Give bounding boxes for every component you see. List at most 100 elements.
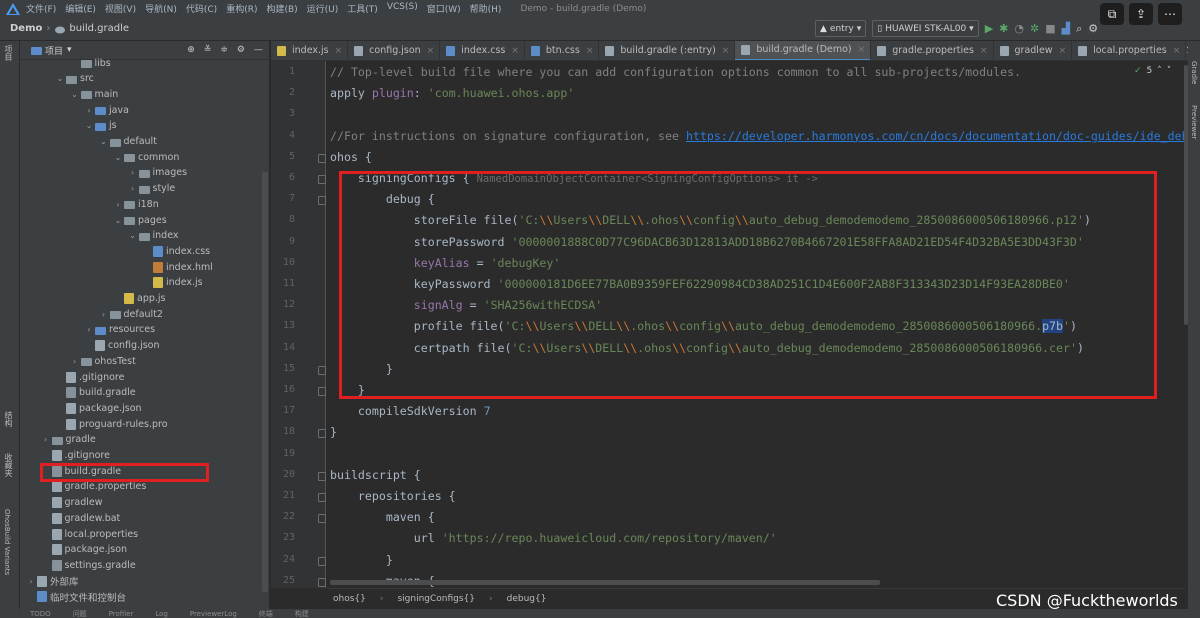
share-icon[interactable]: ⇪ <box>1129 3 1153 25</box>
tree-item[interactable]: › style <box>128 181 175 197</box>
search-icon[interactable]: ⌕ <box>1076 22 1082 36</box>
tree-item[interactable]: index.hml <box>142 259 213 275</box>
editor-tab[interactable]: index.css × <box>440 41 525 60</box>
tool-window-button[interactable]: 构建 <box>295 609 309 618</box>
breadcrumb-item[interactable]: debug{} <box>507 594 547 604</box>
favorites-tool-tab[interactable]: 收藏夹 <box>3 453 14 477</box>
tree-item[interactable]: ⌄ main <box>70 86 118 102</box>
chevron-down-icon[interactable]: ⌄ <box>113 216 123 225</box>
tree-item[interactable]: ⌄ index <box>128 228 178 244</box>
editor-horizontal-scrollbar[interactable] <box>330 580 880 585</box>
chevron-right-icon[interactable]: › <box>26 577 36 586</box>
fold-icon[interactable] <box>318 514 326 524</box>
menu-item[interactable]: VCS(S) <box>387 2 418 15</box>
tree-item[interactable]: package.json <box>55 400 142 416</box>
fold-icon[interactable] <box>318 196 326 206</box>
chevron-down-icon[interactable]: ⌄ <box>55 74 65 83</box>
tree-item[interactable]: › 外部库 <box>26 573 79 589</box>
stop-icon[interactable]: ■ <box>1045 22 1055 35</box>
nav-project[interactable]: Demo <box>10 23 42 34</box>
tree-item[interactable]: ⌄ default <box>99 134 157 150</box>
fold-icon[interactable] <box>318 493 326 502</box>
tool-window-button[interactable]: PreviewerLog <box>190 610 237 618</box>
project-tool-tab[interactable]: 项目 <box>3 45 14 61</box>
menu-item[interactable]: 代码(C) <box>186 2 217 15</box>
variants-tool-tab[interactable]: OhosBuild Variants <box>3 509 11 575</box>
tree-item[interactable]: .gitignore <box>55 369 124 385</box>
tree-item[interactable]: index.css <box>142 243 210 259</box>
tool-window-button[interactable]: 问题 <box>73 609 87 618</box>
editor-tab[interactable]: config.json × <box>348 41 441 60</box>
menu-item[interactable]: 视图(V) <box>105 2 136 15</box>
tree-item[interactable]: › i18n <box>113 196 158 212</box>
menu-item[interactable]: 文件(F) <box>26 2 56 15</box>
menu-item[interactable]: 工具(T) <box>347 2 378 15</box>
tool-window-button[interactable]: Profiler <box>109 610 134 618</box>
tree-item[interactable]: › gradle <box>41 432 96 448</box>
tree-item[interactable]: config.json <box>84 338 160 354</box>
structure-tool-tab[interactable]: 结构 <box>3 411 14 427</box>
breadcrumb-item[interactable]: ohos{} <box>333 594 366 604</box>
run-icon[interactable]: ▶ <box>985 22 993 35</box>
settings-gear-icon[interactable]: ⚙ <box>1088 22 1098 35</box>
chevron-right-icon[interactable]: › <box>99 310 109 319</box>
chevron-right-icon[interactable]: › <box>128 168 138 177</box>
chevron-down-icon[interactable]: ˅ <box>1167 66 1172 76</box>
tree-item[interactable]: proguard-rules.pro <box>55 416 168 432</box>
tree-item[interactable]: 临时文件和控制台 <box>26 589 126 605</box>
close-icon[interactable]: × <box>586 46 594 56</box>
chevron-down-icon[interactable]: ⌄ <box>113 153 123 162</box>
chevron-right-icon[interactable]: › <box>84 106 94 115</box>
settings-gear-icon[interactable]: ⚙ <box>237 45 245 55</box>
previewer-tool-tab[interactable]: Previewer <box>1190 105 1198 139</box>
editor-tab[interactable]: build.gradle (Demo) × <box>735 41 872 60</box>
more-icon[interactable]: ⋯ <box>1158 3 1182 25</box>
fold-icon[interactable] <box>318 556 326 566</box>
menu-item[interactable]: 运行(U) <box>307 2 339 15</box>
nav-file[interactable]: build.gradle <box>69 23 129 34</box>
editor-tab[interactable]: index.js × <box>271 41 349 60</box>
profile-icon[interactable]: ◔ <box>1014 22 1024 35</box>
tree-item[interactable]: ⌄ pages <box>113 212 167 228</box>
project-view-label[interactable]: 项目 <box>45 44 63 57</box>
tool-window-button[interactable]: Log <box>155 610 168 618</box>
tool-window-button[interactable]: TODO <box>30 610 51 618</box>
chevron-right-icon[interactable]: › <box>84 325 94 334</box>
close-icon[interactable]: × <box>1059 46 1067 56</box>
expand-all-icon[interactable]: ≚ <box>204 45 212 55</box>
close-icon[interactable]: × <box>980 46 988 56</box>
tree-item[interactable]: › default2 <box>99 306 163 322</box>
tree-item[interactable]: build.gradle <box>55 385 136 401</box>
menu-item[interactable]: 重构(R) <box>226 2 257 15</box>
project-scrollbar[interactable] <box>262 172 268 592</box>
tree-item[interactable]: settings.gradle <box>41 557 136 573</box>
screenshot-icon[interactable]: ⧉ <box>1100 3 1124 25</box>
tree-item[interactable]: › resources <box>84 322 155 338</box>
fold-icon[interactable] <box>318 429 326 439</box>
locate-icon[interactable]: ⊕ <box>187 45 195 55</box>
fold-icon[interactable] <box>318 365 326 375</box>
editor-tab[interactable]: build.gradle (:entry) × <box>599 41 736 60</box>
tree-item[interactable]: local.properties <box>41 526 138 542</box>
tree-item[interactable]: › java <box>84 102 129 118</box>
attach-icon[interactable]: ✲ <box>1030 22 1039 35</box>
tool-window-button[interactable]: 终端 <box>259 609 273 618</box>
fold-icon[interactable] <box>318 471 326 481</box>
debug-icon[interactable]: ✱ <box>999 22 1008 35</box>
collapse-all-icon[interactable]: ≑ <box>220 45 228 55</box>
chevron-down-icon[interactable]: ▾ <box>67 45 72 55</box>
inspection-widget[interactable]: ✓ 5 ˄ ˅ <box>1134 66 1171 76</box>
editor-tab[interactable]: local.properties × <box>1072 41 1187 60</box>
close-icon[interactable]: × <box>427 46 435 56</box>
tree-item[interactable]: ⌄ src <box>55 71 94 87</box>
tree-item[interactable]: ⌄ common <box>113 149 180 165</box>
tree-item[interactable]: › ohosTest <box>70 353 136 369</box>
fold-icon[interactable] <box>318 577 326 587</box>
tree-item[interactable]: › images <box>128 165 187 181</box>
close-icon[interactable]: × <box>722 46 730 56</box>
breadcrumb-item[interactable]: signingConfigs{} <box>397 594 475 604</box>
editor-tab[interactable]: btn.css × <box>525 41 600 60</box>
close-icon[interactable]: × <box>511 46 519 56</box>
chevron-down-icon[interactable]: ⌄ <box>99 137 109 146</box>
fold-icon[interactable] <box>318 153 326 163</box>
